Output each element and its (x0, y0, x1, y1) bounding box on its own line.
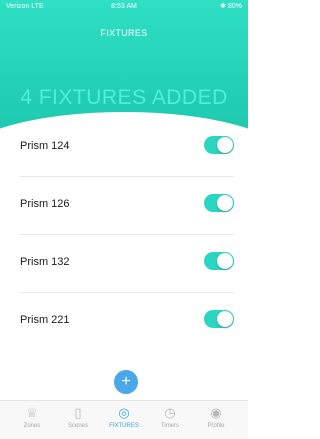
fixture-name: Prism 126 (20, 198, 70, 210)
tab-profile[interactable]: ◉ Profile (192, 405, 240, 429)
tab-scenes[interactable]: ▯ Scenes (54, 405, 102, 429)
fixture-toggle[interactable] (204, 252, 234, 270)
tab-bar: ♕ Zones ▯ Scenes ◎ FIXTURES ◷ Timers ◉ P… (0, 400, 248, 439)
tab-label: Profile (207, 423, 225, 429)
toggle-knob (217, 253, 233, 269)
list-item: Prism 124 (20, 118, 234, 177)
target-icon: ◎ (118, 405, 130, 420)
fixture-toggle[interactable] (204, 194, 234, 212)
toggle-knob (217, 137, 233, 153)
timer-icon: ◷ (164, 405, 176, 420)
page-title: FIXTURES (100, 28, 148, 38)
battery-label: ✱ 80% (220, 3, 242, 10)
tab-fixtures[interactable]: ◎ FIXTURES (100, 405, 148, 429)
list-item: Prism 126 (20, 176, 234, 235)
fixture-name: Prism 132 (20, 256, 70, 268)
tab-label: Scenes (67, 423, 88, 429)
clock-label: 8:53 AM (111, 3, 137, 10)
add-fixture-button[interactable]: + (114, 370, 138, 394)
fixture-name: Prism 124 (20, 140, 70, 152)
toggle-knob (217, 195, 233, 211)
status-bar: Verizon LTE 8:53 AM ✱ 80% (0, 0, 248, 14)
door-icon: ▯ (74, 405, 82, 420)
fixture-name: Prism 221 (20, 314, 70, 326)
tab-label: Zones (23, 423, 41, 429)
tab-label: Timers (160, 423, 180, 429)
crown-icon: ♕ (26, 405, 38, 420)
list-item: Prism 221 (20, 292, 234, 350)
profile-icon: ◉ (210, 405, 222, 420)
tab-label: FIXTURES (109, 423, 139, 429)
fixtures-count: 4 FIXTURES ADDED (20, 86, 228, 109)
tab-zones[interactable]: ♕ Zones (8, 405, 56, 429)
fixture-toggle[interactable] (204, 136, 234, 154)
tab-timers[interactable]: ◷ Timers (146, 405, 194, 429)
fixture-toggle[interactable] (204, 310, 234, 328)
list-item: Prism 132 (20, 234, 234, 293)
bluetooth-icon: ✱ (220, 3, 228, 10)
toggle-knob (217, 311, 233, 327)
